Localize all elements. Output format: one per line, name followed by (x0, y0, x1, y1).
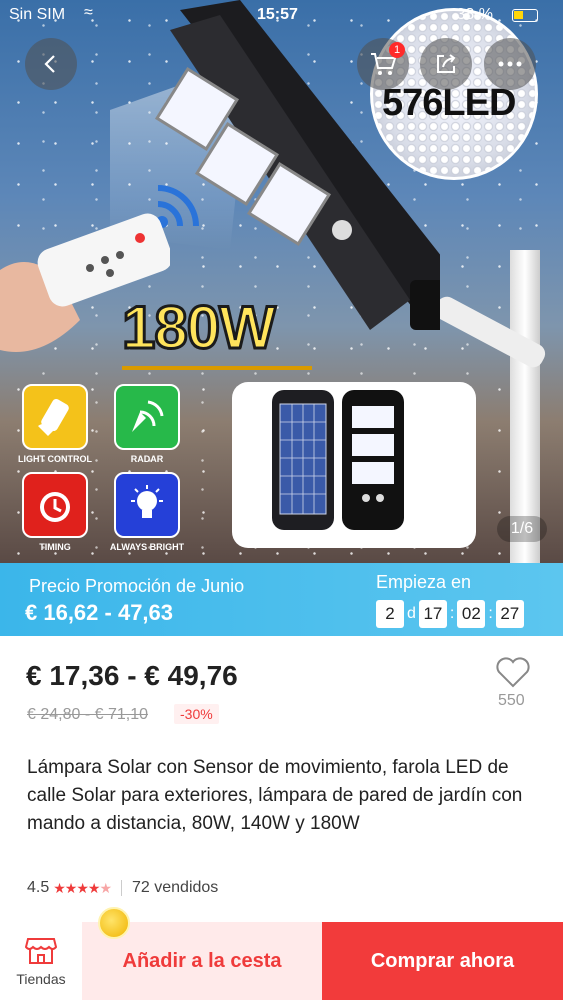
countdown-separator: : (449, 605, 455, 622)
promo-title: Precio Promoción de Junio (29, 576, 245, 596)
stores-button[interactable]: Tiendas (0, 922, 82, 1000)
feature-label: TIMING (39, 542, 71, 552)
feature-label: RADAR (130, 454, 164, 464)
battery-percent: 38 % (456, 6, 493, 23)
image-counter: 1/6 (497, 516, 547, 542)
original-price: € 24,80 - € 71,10 (27, 706, 148, 723)
coin-icon[interactable] (98, 907, 130, 939)
wifi-icon: ≈ (84, 4, 93, 21)
lightbulb-icon (131, 485, 163, 518)
feature-timing (22, 472, 88, 538)
feature-radar (114, 384, 180, 450)
radar-icon (132, 400, 164, 432)
chevron-left-icon (44, 55, 55, 73)
rating-stars: ★★★★★ (53, 879, 112, 896)
store-icon (25, 938, 57, 964)
product-title: Lámpara Solar con Sensor de movimiento, … (27, 757, 523, 834)
feature-always-bright (114, 472, 180, 538)
buy-now-button[interactable]: Comprar ahora (322, 922, 563, 1000)
wishlist-count: 550 (498, 692, 525, 709)
countdown-days-unit: d (407, 605, 416, 622)
stores-label: Tiendas (16, 971, 66, 987)
promotion-banner: Precio Promoción de Junio € 16,62 - 47,6… (0, 563, 563, 636)
more-options-button[interactable] (484, 38, 536, 90)
product-views-panel (232, 382, 476, 548)
countdown-separator: : (488, 605, 493, 622)
carrier-label: Sin SIM (9, 6, 66, 23)
heart-icon[interactable] (495, 656, 531, 688)
promo-price: € 16,62 - 47,63 (25, 600, 174, 625)
more-dots-icon (498, 61, 522, 67)
cart-button[interactable]: 1 (357, 38, 409, 90)
back-button[interactable] (25, 38, 77, 90)
countdown-days: 2 (376, 600, 404, 628)
product-price: € 17,36 - € 49,76 (26, 660, 238, 691)
status-bar: Sin SIM ≈ 15:57 38 % (0, 4, 563, 26)
promo-starts-label: Empieza en (376, 572, 472, 592)
wattage-label: 180W (121, 293, 278, 363)
rating-row[interactable]: 4.5 ★★★★★ 72 vendidos (27, 879, 218, 897)
wattage-underline (122, 366, 312, 370)
lamp-front-back-image (272, 390, 404, 530)
countdown-seconds: 27 (495, 600, 524, 628)
sold-count: 72 vendidos (132, 879, 219, 896)
share-button[interactable] (420, 38, 472, 90)
feature-label: ALWAYS BRIGHT (109, 542, 185, 552)
countdown-hours: 17 (418, 600, 447, 628)
cart-count-badge: 1 (389, 42, 405, 58)
status-time: 15:57 (257, 6, 298, 23)
light-control-icon (38, 398, 69, 436)
rating-value: 4.5 (27, 879, 50, 896)
share-icon (437, 54, 456, 73)
discount-badge: -30% (174, 704, 219, 724)
countdown-minutes: 02 (457, 600, 486, 628)
divider (121, 880, 123, 896)
alarm-clock-icon (40, 492, 70, 522)
product-image-carousel[interactable]: 576LED 180W LIGHT CONTROL RADAR TIMING A… (0, 0, 563, 563)
bottom-action-bar: Tiendas Añadir a la cesta Comprar ahora (0, 922, 563, 1000)
battery-icon (512, 9, 538, 22)
countdown-timer: 2 d 17 : 02 : 27 (376, 600, 524, 628)
feature-light-control (22, 384, 88, 450)
feature-label: LIGHT CONTROL (18, 454, 92, 464)
